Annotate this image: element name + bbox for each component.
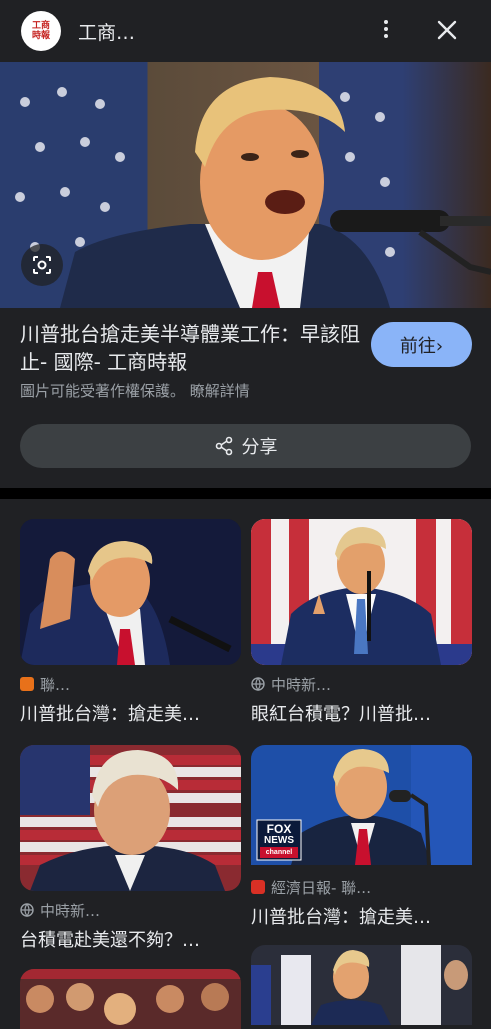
result-title[interactable]: 川普批台灣：搶走美…	[20, 700, 241, 726]
close-icon[interactable]	[433, 16, 461, 44]
top-bar: 工商 時報 工商…	[0, 0, 491, 62]
result-thumbnail[interactable]	[251, 519, 472, 665]
result-source: 中時新…	[251, 674, 472, 694]
more-options-icon[interactable]	[378, 18, 394, 44]
fox-line1: FOX	[266, 822, 292, 836]
result-thumbnail[interactable]	[20, 969, 241, 1029]
source-name: 聯…	[40, 675, 71, 694]
site-name[interactable]: 工商…	[78, 18, 135, 45]
lens-search-icon[interactable]	[21, 244, 63, 286]
result-card[interactable]	[251, 945, 472, 1025]
result-thumbnail[interactable]	[20, 519, 241, 665]
hero-image[interactable]	[0, 62, 491, 308]
result-thumbnail[interactable]: FOX NEWS channel	[251, 745, 472, 891]
related-results-grid: 聯… 川普批台灣：搶走美… 中時新… 眼紅台積電？川普批… 中時新… 台積電赴美…	[0, 499, 491, 1029]
fox-line2: NEWS	[264, 835, 294, 846]
result-thumbnail[interactable]	[20, 745, 241, 891]
result-card[interactable]: FOX NEWS channel 經濟日報- 聯… 川普批台灣：搶走美…	[251, 745, 472, 929]
section-divider	[0, 488, 491, 499]
result-card[interactable]: 聯… 川普批台灣：搶走美…	[20, 519, 241, 726]
result-title[interactable]: 川普批台灣：搶走美…	[251, 903, 472, 929]
source-name: 中時新…	[271, 675, 332, 694]
result-thumbnail[interactable]	[251, 945, 472, 1025]
fox-news-logo: FOX NEWS channel	[257, 820, 301, 860]
result-title[interactable]: 眼紅台積電？川普批…	[251, 700, 472, 726]
copyright-notice[interactable]: 圖片可能受著作權保護。 瞭解詳情	[20, 380, 250, 401]
result-title[interactable]: 台積電赴美還不夠？…	[20, 926, 241, 952]
globe-icon	[20, 903, 34, 917]
share-label: 分享	[241, 437, 278, 458]
result-source: 中時新…	[20, 900, 241, 920]
share-icon	[215, 436, 232, 456]
fox-line3: channel	[260, 847, 298, 858]
site-logo[interactable]: 工商 時報	[21, 11, 61, 51]
visit-button[interactable]: 前往›	[371, 322, 472, 367]
result-headline[interactable]: 川普批台搶走美半導體業工作：早該阻止- 國際- 工商時報	[20, 320, 360, 376]
source-name: 中時新…	[40, 901, 101, 920]
result-card[interactable]: 中時新… 台積電赴美還不夠？…	[20, 745, 241, 952]
udn-icon	[20, 677, 34, 691]
result-card[interactable]	[20, 969, 241, 1029]
share-button[interactable]: 分享	[20, 424, 471, 468]
logo-text: 工商 時報	[31, 21, 50, 41]
result-source: 聯…	[20, 674, 241, 694]
result-card[interactable]: 中時新… 眼紅台積電？川普批…	[251, 519, 472, 726]
globe-icon	[251, 677, 265, 691]
